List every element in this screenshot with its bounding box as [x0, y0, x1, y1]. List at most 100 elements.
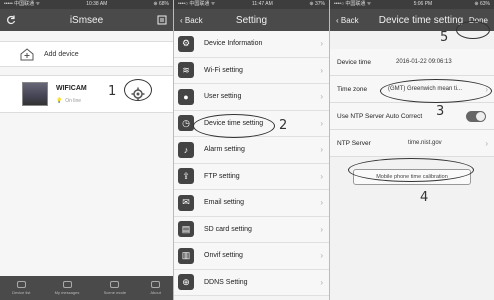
chevron-right-icon: ›: [320, 39, 323, 49]
camera-thumbnail: [22, 82, 48, 106]
back-button[interactable]: ‹ Back: [180, 9, 203, 31]
ntp-server-label: NTP Server: [337, 139, 371, 147]
setting-label: Wi-Fi setting: [204, 66, 243, 74]
settings-list: ⚙ Device Information › ≋ Wi-Fi setting › ● User…: [174, 31, 329, 296]
add-device-label: Add device: [44, 50, 79, 58]
setting-label: Device time setting: [204, 119, 264, 127]
device-time-value: 2016-01-22 09:06:13: [396, 59, 452, 65]
setting-row-user-setting[interactable]: ● User setting ›: [174, 84, 329, 111]
upload-icon: ⇪: [178, 168, 194, 185]
chevron-right-icon: ›: [485, 138, 488, 148]
time-zone-label: Time zone: [337, 85, 368, 93]
mobile-time-calibration-button[interactable]: Mobile phone time calibration: [353, 169, 471, 185]
setting-label: DDNS Setting: [204, 278, 248, 286]
add-device-button[interactable]: Add device: [0, 41, 173, 67]
camera-status: On line: [65, 97, 82, 104]
setting-row-sd-card-setting[interactable]: ▤ SD card setting ›: [174, 216, 329, 243]
user-icon: ●: [178, 88, 194, 105]
carrier-text: ••••○ 中国联通 ᯤ: [334, 1, 372, 7]
device-time-setting-screen: ••••○ 中国联通 ᯤ 5:06 PM ⊕ 63% ‹ Back Device…: [329, 0, 494, 300]
device-list-icon: [16, 281, 26, 288]
ntp-auto-correct-row: Use NTP Server Auto Correct: [330, 103, 494, 130]
chevron-right-icon: ›: [320, 277, 323, 287]
setting-label: User setting: [204, 93, 242, 101]
setting-row-wi-fi-setting[interactable]: ≋ Wi-Fi setting ›: [174, 57, 329, 84]
scene-icon: [110, 281, 120, 288]
battery-text: ⊕ 63%: [474, 1, 490, 7]
device-time-row: Device time 2016-01-22 09:06:13: [330, 49, 494, 76]
chevron-right-icon: ›: [320, 251, 323, 261]
ntp-server-row[interactable]: NTP Server time.nist.gov ›: [330, 130, 494, 157]
mail-icon: ✉: [178, 194, 194, 211]
bottom-tab-bar: Device list My messages Scene mode About: [0, 276, 173, 300]
setting-row-alarm-setting[interactable]: ♪ Alarm setting ›: [174, 137, 329, 164]
about-icon: [151, 281, 161, 288]
ntp-server-value: time.nist.gov: [408, 140, 442, 146]
nav-bar: iSmsee: [0, 9, 173, 31]
setting-row-email-setting[interactable]: ✉ Email setting ›: [174, 190, 329, 217]
nav-bar: ‹ Back Device time setting Done: [330, 9, 494, 31]
bell-icon: ♪: [178, 141, 194, 158]
tab-device-list[interactable]: Device list: [12, 281, 30, 295]
setting-row-device-information[interactable]: ⚙ Device Information ›: [174, 31, 329, 58]
annotation-number-2: 2: [279, 118, 288, 133]
annotation-number-3: 3: [436, 104, 445, 119]
tab-scene-mode[interactable]: Scene mode: [104, 281, 126, 295]
chevron-right-icon: ›: [320, 92, 323, 102]
camera-name: WIFICAM: [56, 84, 87, 92]
camera-list-item[interactable]: WIFICAM 💡 On line: [0, 75, 173, 113]
carrier-text: ••••• 中国联通 ᯤ: [4, 1, 41, 7]
app-title: iSmsee: [69, 14, 104, 26]
chevron-right-icon: ›: [320, 171, 323, 181]
carrier-text: ••••○ 中国联通 ᯤ: [178, 1, 216, 7]
gear-icon: ⚙: [178, 35, 194, 52]
ntp-auto-correct-toggle[interactable]: [466, 110, 486, 122]
status-bar: ••••○ 中国联通 ᯤ 5:06 PM ⊕ 63%: [330, 0, 494, 9]
setting-label: Onvif setting: [204, 252, 243, 260]
annotation-number-4: 4: [420, 190, 429, 205]
battery-text: ⊕ 68%: [153, 1, 169, 7]
annotation-number-1: 1: [108, 84, 117, 99]
chevron-right-icon: ›: [320, 224, 323, 234]
onvif-icon: ▥: [178, 247, 194, 264]
edit-list-icon[interactable]: [157, 9, 167, 31]
nav-bar: ‹ Back Setting: [174, 9, 329, 31]
clock-text: 10:38 AM: [86, 1, 108, 7]
home-add-icon: [20, 47, 34, 60]
clock-icon: ◷: [178, 115, 194, 132]
sdcard-icon: ▤: [178, 221, 194, 238]
messages-icon: [62, 281, 72, 288]
bulb-icon: 💡: [56, 97, 63, 104]
ntp-auto-correct-label: Use NTP Server Auto Correct: [337, 112, 423, 120]
status-bar: ••••• 中国联通 ᯤ 10:38 AM ⊕ 68%: [0, 0, 173, 9]
time-zone-value: (GMT) Greenwich mean ti...: [388, 86, 463, 92]
wifi-icon: ≋: [178, 62, 194, 79]
chevron-right-icon: ›: [320, 145, 323, 155]
done-button[interactable]: Done: [469, 9, 488, 31]
device-list-screen: ••••• 中国联通 ᯤ 10:38 AM ⊕ 68% iSmsee Add d…: [0, 0, 173, 300]
time-zone-row[interactable]: Time zone (GMT) Greenwich mean ti... ›: [330, 76, 494, 103]
camera-settings-gear-icon[interactable]: [131, 87, 145, 106]
chevron-right-icon: ›: [320, 198, 323, 208]
battery-text: ⊕ 37%: [309, 1, 325, 7]
setting-row-ddns-setting[interactable]: ⊕ DDNS Setting ›: [174, 269, 329, 296]
status-bar: ••••○ 中国联通 ᯤ 11:47 AM ⊕ 37%: [174, 0, 329, 9]
annotation-number-5: 5: [440, 30, 449, 45]
chevron-right-icon: ›: [485, 84, 488, 94]
page-title: Setting: [235, 14, 268, 26]
setting-label: Device Information: [204, 40, 263, 48]
refresh-icon[interactable]: [6, 9, 16, 31]
clock-text: 5:06 PM: [413, 1, 433, 7]
setting-row-onvif-setting[interactable]: ▥ Onvif setting ›: [174, 243, 329, 270]
settings-screen: ••••○ 中国联通 ᯤ 11:47 AM ⊕ 37% ‹ Back Setti…: [173, 0, 329, 300]
device-time-label: Device time: [337, 58, 371, 66]
setting-row-ftp-setting[interactable]: ⇪ FTP setting ›: [174, 163, 329, 190]
back-button[interactable]: ‹ Back: [336, 9, 359, 31]
tab-my-messages[interactable]: My messages: [55, 281, 79, 295]
setting-row-device-time-setting[interactable]: ◷ Device time setting ›: [174, 110, 329, 137]
setting-label: SD card setting: [204, 225, 252, 233]
tab-about[interactable]: About: [150, 281, 161, 295]
chevron-right-icon: ›: [320, 118, 323, 128]
setting-label: Alarm setting: [204, 146, 245, 154]
setting-label: Email setting: [204, 199, 245, 207]
